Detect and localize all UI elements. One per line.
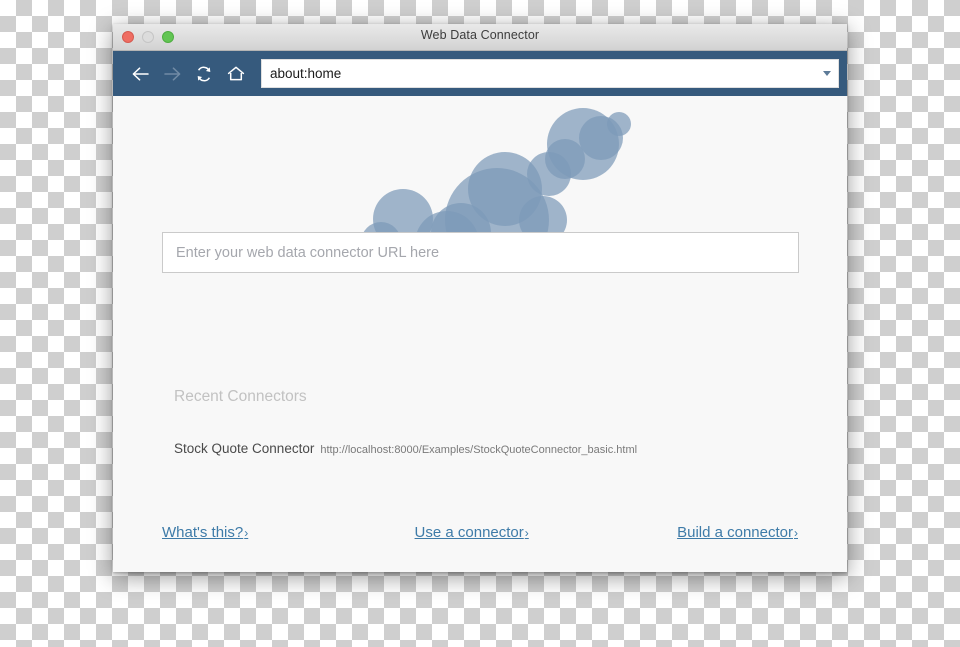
address-bar-dropdown[interactable] <box>816 71 838 76</box>
use-a-connector-link[interactable]: Use a connector› <box>415 524 529 541</box>
whats-this-label: What's this? <box>162 524 244 541</box>
bubble <box>607 112 631 136</box>
arrow-right-icon <box>163 66 182 82</box>
connector-url-placeholder: Enter your web data connector URL here <box>176 244 440 261</box>
bubble-chart-illustration <box>113 96 847 253</box>
home-icon <box>227 65 245 83</box>
chevron-right-icon: › <box>794 526 798 540</box>
recent-connectors-list: Stock Quote Connector http://localhost:8… <box>174 441 807 462</box>
window-title: Web Data Connector <box>420 28 540 42</box>
build-a-connector-link[interactable]: Build a connector› <box>677 524 798 541</box>
browser-window: Web Data Connector about:home Enter your… <box>113 24 847 572</box>
back-button[interactable] <box>127 61 153 87</box>
connector-home-page: Enter your web data connector URL here R… <box>113 96 847 572</box>
refresh-icon <box>195 65 213 83</box>
home-button[interactable] <box>223 61 249 87</box>
recent-connector-url[interactable]: http://localhost:8000/Examples/StockQuot… <box>320 444 637 456</box>
arrow-left-icon <box>131 66 150 82</box>
use-a-connector-label: Use a connector <box>414 524 524 541</box>
recent-connectors-heading: Recent Connectors <box>174 388 307 405</box>
chevron-down-icon <box>823 71 831 76</box>
chevron-right-icon: › <box>244 526 249 540</box>
connector-url-input[interactable]: Enter your web data connector URL here <box>162 232 799 273</box>
recent-connector-name[interactable]: Stock Quote Connector <box>174 441 314 456</box>
browser-toolbar: about:home <box>113 51 847 96</box>
address-bar-input[interactable]: about:home <box>262 66 816 81</box>
whats-this-link[interactable]: What's this?› <box>162 524 248 541</box>
build-a-connector-label: Build a connector <box>677 524 793 541</box>
reload-button[interactable] <box>191 61 217 87</box>
chevron-right-icon: › <box>524 526 529 540</box>
forward-button[interactable] <box>159 61 185 87</box>
footer-links: What's this?› Use a connector› Build a c… <box>162 524 798 541</box>
list-item[interactable]: Stock Quote Connector http://localhost:8… <box>174 441 807 456</box>
address-bar[interactable]: about:home <box>261 59 839 88</box>
bubble-chart-svg <box>340 108 631 253</box>
window-titlebar: Web Data Connector <box>113 24 847 51</box>
